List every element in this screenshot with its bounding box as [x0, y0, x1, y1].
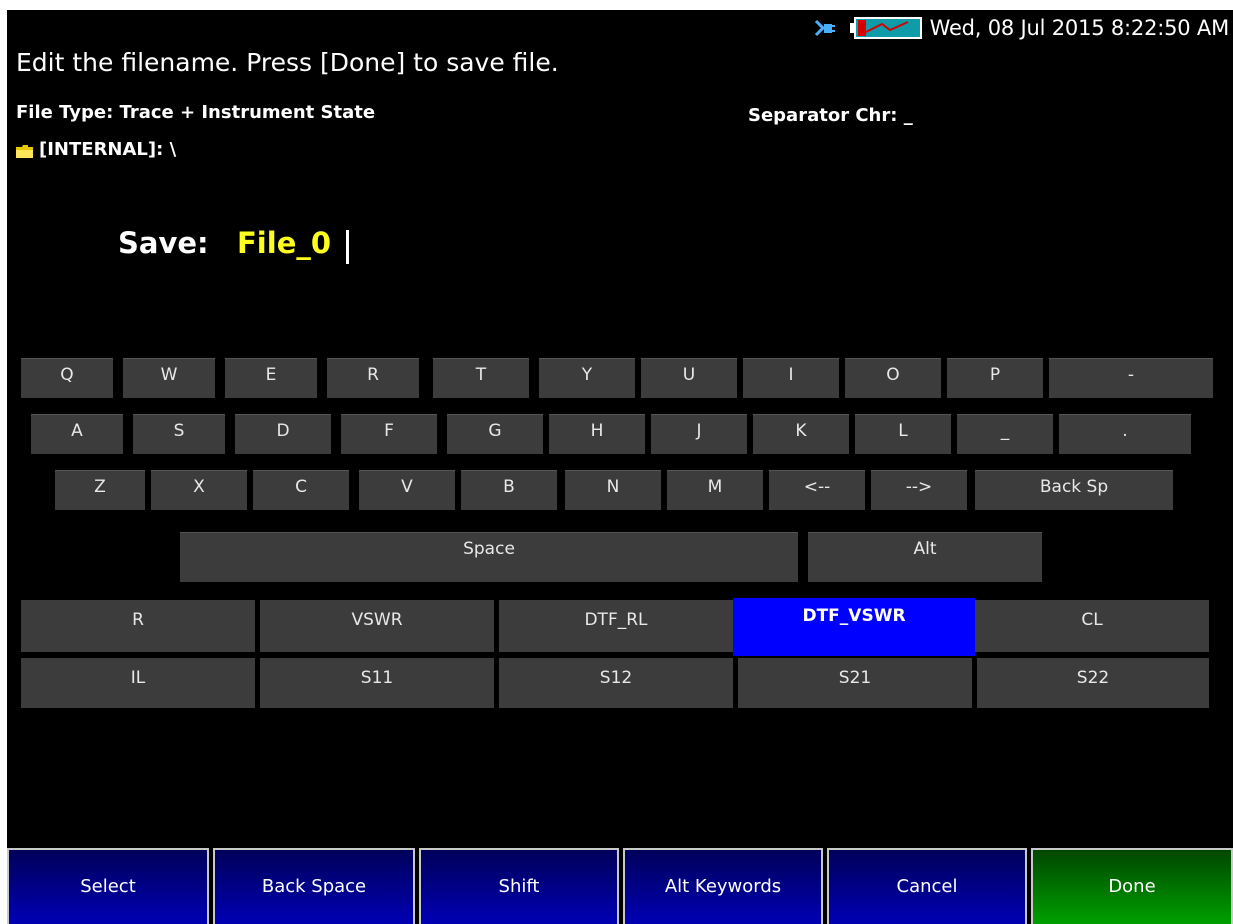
instruction-text: Edit the filename. Press [Done] to save …: [16, 48, 559, 77]
save-label: Save:: [118, 226, 209, 260]
key-n[interactable]: N: [565, 470, 661, 510]
keyword-cl[interactable]: CL: [975, 600, 1209, 652]
keyword-dtf-vswr[interactable]: DTF_VSWR: [733, 598, 975, 656]
key-p[interactable]: P: [947, 358, 1043, 398]
shift-button[interactable]: Shift: [419, 848, 619, 924]
battery-icon: [849, 17, 922, 39]
key-y[interactable]: Y: [539, 358, 635, 398]
keyword-il[interactable]: IL: [21, 658, 255, 708]
status-bar: Wed, 08 Jul 2015 8:22:50 AM: [814, 12, 1229, 44]
separator-label: Separator Chr: _: [748, 105, 913, 126]
key-v[interactable]: V: [359, 470, 455, 510]
key-underscore[interactable]: _: [957, 414, 1053, 454]
keyword-vswr[interactable]: VSWR: [260, 600, 494, 652]
key-j[interactable]: J: [651, 414, 747, 454]
path-label: [INTERNAL]: \: [39, 139, 177, 160]
keyword-dtf-rl[interactable]: DTF_RL: [499, 600, 733, 652]
key-w[interactable]: W: [123, 358, 215, 398]
back-space-button[interactable]: Back Space: [213, 848, 415, 924]
done-button[interactable]: Done: [1031, 848, 1233, 924]
filename-input[interactable]: File_0: [237, 226, 331, 260]
key-z[interactable]: Z: [55, 470, 145, 510]
key-h[interactable]: H: [549, 414, 645, 454]
key-a[interactable]: A: [31, 414, 123, 454]
key-q[interactable]: Q: [21, 358, 113, 398]
key-l[interactable]: L: [855, 414, 951, 454]
file-type-label: File Type: Trace + Instrument State: [16, 102, 376, 123]
folder-icon: [16, 145, 33, 158]
key-right-arrow[interactable]: -->: [871, 470, 967, 510]
key-hyphen[interactable]: -: [1049, 358, 1213, 398]
keyword-s11[interactable]: S11: [260, 658, 494, 708]
key-left-arrow[interactable]: <--: [769, 470, 865, 510]
keyword-s22[interactable]: S22: [977, 658, 1209, 708]
keyword-s12[interactable]: S12: [499, 658, 733, 708]
usb-plug-icon: [814, 19, 835, 37]
key-u[interactable]: U: [641, 358, 737, 398]
key-t[interactable]: T: [433, 358, 529, 398]
key-s[interactable]: S: [133, 414, 225, 454]
key-g[interactable]: G: [447, 414, 543, 454]
instrument-screen: Wed, 08 Jul 2015 8:22:50 AM Edit the fil…: [7, 10, 1233, 924]
datetime: Wed, 08 Jul 2015 8:22:50 AM: [929, 16, 1230, 40]
keyword-s21[interactable]: S21: [738, 658, 972, 708]
select-button[interactable]: Select: [7, 848, 209, 924]
key-f[interactable]: F: [341, 414, 437, 454]
keyword-r[interactable]: R: [21, 600, 255, 652]
key-alt[interactable]: Alt: [808, 532, 1042, 582]
key-i[interactable]: I: [743, 358, 839, 398]
key-m[interactable]: M: [667, 470, 763, 510]
alt-keywords-button[interactable]: Alt Keywords: [623, 848, 823, 924]
key-backspace[interactable]: Back Sp: [975, 470, 1173, 510]
key-b[interactable]: B: [461, 470, 557, 510]
cancel-button[interactable]: Cancel: [827, 848, 1027, 924]
key-period[interactable]: .: [1059, 414, 1191, 454]
key-x[interactable]: X: [151, 470, 247, 510]
key-c[interactable]: C: [253, 470, 349, 510]
key-k[interactable]: K: [753, 414, 849, 454]
key-e[interactable]: E: [225, 358, 317, 398]
text-cursor: [346, 230, 349, 264]
key-o[interactable]: O: [845, 358, 941, 398]
key-space[interactable]: Space: [180, 532, 798, 582]
key-d[interactable]: D: [235, 414, 331, 454]
key-r[interactable]: R: [327, 358, 419, 398]
